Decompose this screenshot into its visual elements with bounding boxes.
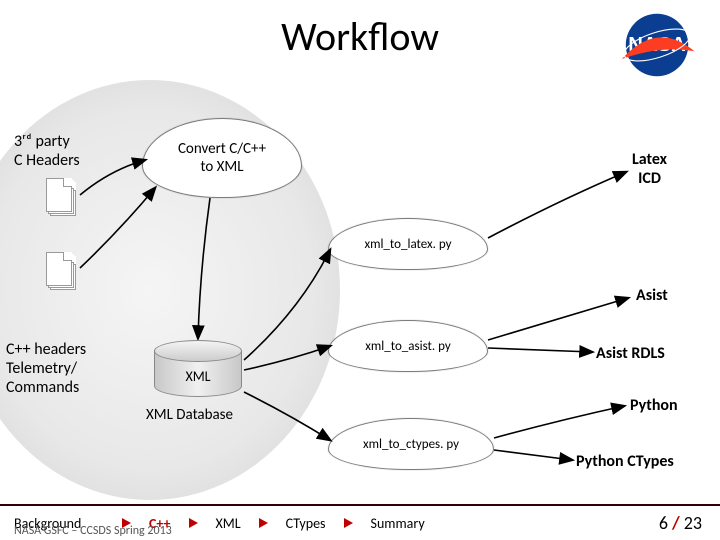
doc-icon	[46, 252, 76, 290]
nav-sep-icon	[344, 518, 353, 528]
slide: Workflow NASA 3ʳᵈ party C Headers C++ he…	[0, 0, 720, 540]
nav-xml[interactable]: XML	[216, 515, 241, 532]
cloud-xml-to-ctypes: xml_to_ctypes. py	[328, 418, 494, 470]
label-third-party: 3ʳᵈ party C Headers	[14, 132, 80, 170]
doc-icon	[46, 178, 76, 216]
cloud-xml-to-latex: xml_to_latex. py	[328, 218, 488, 270]
nav-sep-icon	[259, 518, 268, 528]
page-number: 6/23	[659, 512, 702, 534]
label-python: Python	[630, 396, 678, 415]
label-cpp-headers: C++ headers Telemetry/ Commands	[6, 340, 86, 398]
nasa-logo: NASA	[618, 12, 696, 78]
nav-ctypes[interactable]: CTypes	[286, 515, 326, 532]
footer-subtitle: NASA GSFC – CCSDS Spring 2013	[14, 524, 172, 538]
page-current: 6	[659, 512, 668, 534]
label-asist: Asist	[636, 286, 668, 305]
nav-summary[interactable]: Summary	[371, 515, 425, 532]
label-asist-rdls: Asist RDLS	[596, 344, 665, 363]
xml-database-cylinder: XML	[154, 340, 242, 397]
page-total: 23	[684, 512, 702, 534]
xml-cyl-label: XML	[185, 368, 210, 385]
nav-sep-icon	[189, 518, 198, 528]
cloud-xml-to-asist: xml_to_asist. py	[328, 320, 488, 372]
label-latex-icd: Latex ICD	[632, 150, 667, 188]
label-python-ctypes: Python CTypes	[576, 452, 674, 471]
page-title: Workflow	[0, 12, 720, 61]
xml-database-caption: XML Database	[146, 406, 233, 424]
